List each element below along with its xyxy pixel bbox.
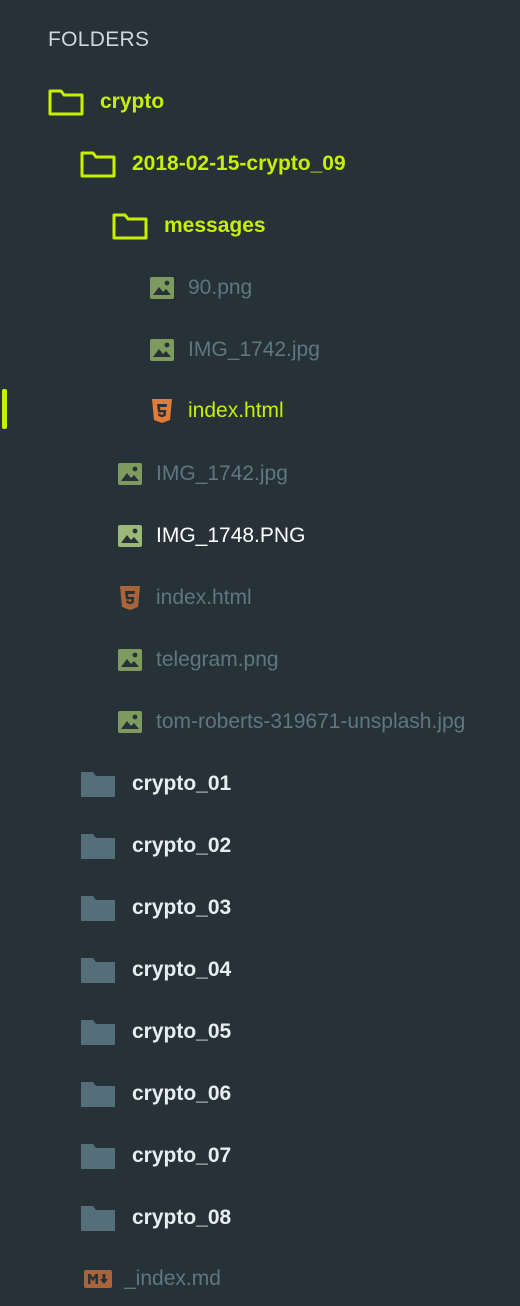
folder-crypto[interactable]: crypto <box>0 80 520 124</box>
folder-crypto-02[interactable]: crypto_02 <box>0 824 520 868</box>
folder-crypto-01[interactable]: crypto_01 <box>0 762 520 806</box>
folder-crypto-08[interactable]: crypto_08 <box>0 1196 520 1240</box>
html5-icon <box>151 399 173 423</box>
folder-closed-icon <box>80 1204 116 1232</box>
folder-closed-icon <box>80 1080 116 1108</box>
folder-closed-icon <box>80 894 116 922</box>
file-telegram-png[interactable]: telegram.png <box>0 638 520 682</box>
file-index-html-active[interactable]: index.html <box>0 389 520 433</box>
folder-open-icon <box>48 88 84 116</box>
image-file-icon <box>118 649 142 671</box>
image-file-icon <box>118 525 142 547</box>
folder-crypto-05[interactable]: crypto_05 <box>0 1010 520 1054</box>
folder-label: crypto_08 <box>132 1206 232 1229</box>
folder-label: crypto_05 <box>132 1020 232 1043</box>
folder-label: crypto <box>100 90 165 113</box>
file-label: telegram.png <box>156 648 279 671</box>
folder-open-icon <box>80 150 116 178</box>
folder-closed-icon <box>80 770 116 798</box>
folder-label: crypto_03 <box>132 896 232 919</box>
file-label: index.html <box>156 586 252 609</box>
folder-closed-icon <box>80 1018 116 1046</box>
image-file-icon <box>118 463 142 485</box>
sidebar-header: FOLDERS <box>48 28 150 51</box>
html5-icon <box>119 586 141 610</box>
folder-label: crypto_06 <box>132 1082 232 1105</box>
file-label: index.html <box>188 399 284 422</box>
file-90-png[interactable]: 90.png <box>0 266 520 310</box>
folder-crypto-06[interactable]: crypto_06 <box>0 1072 520 1116</box>
file-label: tom-roberts-319671-unsplash.jpg <box>156 710 466 733</box>
file-label: _index.md <box>124 1267 221 1290</box>
file-label: IMG_1742.jpg <box>188 338 320 361</box>
image-file-icon <box>150 339 174 361</box>
folder-closed-icon <box>80 956 116 984</box>
folder-messages[interactable]: messages <box>0 204 520 248</box>
file-label: IMG_1742.jpg <box>156 462 288 485</box>
folder-closed-icon <box>80 832 116 860</box>
file-img-1742[interactable]: IMG_1742.jpg <box>0 452 520 496</box>
folder-crypto-03[interactable]: crypto_03 <box>0 886 520 930</box>
folder-label: crypto_01 <box>132 772 232 795</box>
file-index-md[interactable]: _index.md <box>0 1257 520 1301</box>
file-img-1742-messages[interactable]: IMG_1742.jpg <box>0 328 520 372</box>
file-tom-roberts-jpg[interactable]: tom-roberts-319671-unsplash.jpg <box>0 700 520 744</box>
file-img-1748-hover[interactable]: IMG_1748.PNG <box>0 514 520 558</box>
folder-label: 2018-02-15-crypto_09 <box>132 152 346 175</box>
image-file-icon <box>150 277 174 299</box>
folder-crypto-07[interactable]: crypto_07 <box>0 1134 520 1178</box>
folder-crypto-04[interactable]: crypto_04 <box>0 948 520 992</box>
folder-open-icon <box>112 212 148 240</box>
image-file-icon <box>118 711 142 733</box>
folder-label: crypto_02 <box>132 834 232 857</box>
file-label: 90.png <box>188 276 253 299</box>
file-index-html[interactable]: index.html <box>0 576 520 620</box>
folder-label: messages <box>164 214 266 237</box>
folders-sidebar: FOLDERS crypto 2018-02-15-crypto_09 mess… <box>0 0 520 1306</box>
folder-crypto-09[interactable]: 2018-02-15-crypto_09 <box>0 142 520 186</box>
folder-label: crypto_07 <box>132 1144 232 1167</box>
markdown-icon <box>84 1270 112 1288</box>
folder-label: crypto_04 <box>132 958 232 981</box>
folder-closed-icon <box>80 1142 116 1170</box>
file-label: IMG_1748.PNG <box>156 524 306 547</box>
